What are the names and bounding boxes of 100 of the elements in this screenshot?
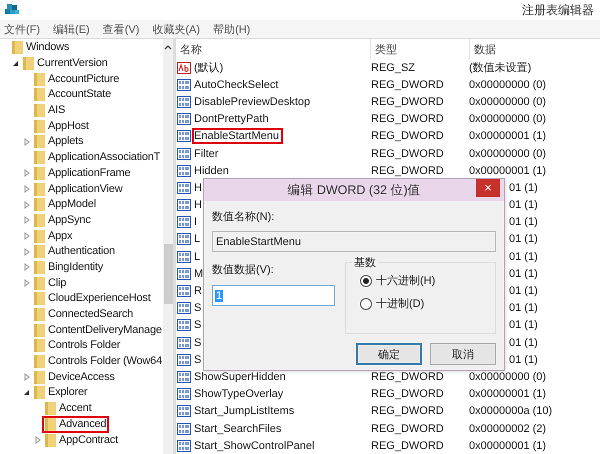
tree-item[interactable]: AppSync (31, 212, 94, 229)
tree-item[interactable]: CurrentVersion (20, 55, 111, 72)
tree-item[interactable]: Authentication (31, 243, 118, 260)
value-name[interactable]: AutoCheckSelect (192, 76, 282, 93)
collapsed-arrow-icon[interactable] (24, 185, 30, 194)
folder-icon (45, 402, 56, 416)
value-data: 0x00000000 (0) (469, 148, 546, 160)
close-button[interactable]: × (476, 179, 500, 197)
value-name[interactable]: EnableStartMenu (192, 128, 283, 144)
scrollbar-thumb[interactable] (164, 244, 172, 304)
scrollbar[interactable] (163, 39, 173, 454)
collapsed-arrow-icon[interactable] (34, 436, 40, 444)
column-header[interactable]: 数据 (470, 39, 600, 59)
radio-button[interactable] (360, 298, 372, 310)
collapsed-arrow-icon[interactable] (24, 138, 30, 146)
value-name[interactable]: H (192, 180, 206, 196)
value-type: REG_DWORD (371, 422, 444, 435)
tree-item[interactable]: AIS (31, 102, 68, 120)
collapsed-arrow-icon[interactable] (24, 232, 30, 240)
value-name[interactable]: S (192, 352, 206, 368)
menu-item[interactable]: 编辑(E) (53, 22, 90, 36)
menu-item[interactable]: 文件(F) (4, 22, 40, 36)
dialog-button[interactable]: 取消 (430, 343, 496, 365)
collapsed-arrow-icon[interactable] (24, 200, 30, 209)
tree-item[interactable]: Controls Folder (Wow64 (31, 353, 163, 370)
value-name[interactable]: Start_ShowControlPanel (192, 438, 318, 454)
value-name[interactable]: S (192, 317, 206, 334)
value-name[interactable]: DontPrettyPath (192, 111, 273, 128)
expanded-arrow-icon[interactable] (23, 389, 30, 396)
tree-item[interactable]: ConnectedSearch (31, 306, 136, 324)
value-name[interactable]: (默认) (192, 58, 228, 78)
tree-item[interactable]: Clip (31, 274, 70, 292)
group-label: 基数 (352, 255, 378, 270)
collapsed-arrow-icon[interactable] (24, 263, 30, 272)
value-name[interactable]: DisablePreviewDesktop (192, 94, 314, 110)
value-data: 0x0000000a (10) (469, 405, 552, 418)
value-type: REG_DWORD (371, 148, 444, 160)
tree-item[interactable]: AppModel (31, 196, 99, 214)
tree-item[interactable]: Controls Folder (31, 337, 124, 354)
tree-item[interactable]: Applets (31, 133, 86, 150)
folder-icon (34, 72, 45, 86)
binary-value-icon (177, 199, 191, 212)
folder-icon (34, 308, 45, 322)
tree-item[interactable]: AccountState (31, 86, 114, 104)
collapsed-arrow-icon[interactable] (24, 248, 30, 256)
tree-item[interactable]: Advanced (42, 416, 110, 433)
value-type: REG_DWORD (371, 113, 444, 126)
tree-item[interactable]: Explorer (31, 384, 90, 402)
field-label: 数值名称(N): (212, 210, 274, 224)
value-name[interactable]: H (192, 197, 206, 214)
tree-item[interactable]: AppHost (31, 118, 92, 135)
tree-item[interactable]: Appx (31, 228, 76, 245)
menu-item[interactable]: 收藏夹(A) (152, 22, 200, 36)
tree-item[interactable]: DeviceAccess (31, 368, 118, 386)
collapsed-arrow-icon[interactable] (24, 279, 30, 288)
radio-option[interactable]: 十进制(D) (360, 296, 424, 311)
folder-icon (34, 198, 45, 212)
value-name[interactable]: ShowSuperHidden (192, 368, 290, 385)
folder-icon (34, 386, 45, 400)
radio-button[interactable] (360, 274, 372, 286)
binary-value-icon (177, 113, 191, 126)
folder-icon (34, 214, 45, 227)
tree-item[interactable]: ContentDeliveryManage (31, 322, 163, 339)
scroll-up-icon[interactable] (164, 45, 172, 50)
value-name[interactable]: Start_JumpListItems (192, 403, 298, 420)
value-name[interactable]: S (192, 300, 206, 316)
tree-item[interactable]: AppContract (42, 432, 121, 449)
folder-icon (34, 339, 45, 352)
column-header[interactable]: 类型 (371, 39, 470, 59)
dialog-button[interactable]: 确定 (356, 343, 422, 365)
tree-item[interactable]: BingIdentity (31, 258, 106, 276)
tree-item[interactable]: Windows (9, 39, 72, 56)
value-name[interactable]: R (192, 283, 206, 300)
value-name[interactable]: ShowTypeOverlay (192, 386, 288, 402)
tree-item[interactable]: ApplicationAssociationT (31, 149, 163, 166)
column-header[interactable]: 名称 (176, 39, 371, 59)
menu-item[interactable]: 帮助(H) (213, 22, 250, 36)
value-name-field[interactable]: EnableStartMenu (212, 231, 496, 252)
tree-item[interactable]: ApplicationFrame (31, 164, 134, 182)
value-name[interactable]: Hidden (192, 162, 233, 179)
value-data: 0x00000001 (1) (469, 130, 546, 142)
menu-item[interactable]: 查看(V) (102, 22, 140, 36)
collapsed-arrow-icon[interactable] (24, 169, 30, 178)
value-name[interactable]: Filter (192, 146, 222, 162)
value-name[interactable]: S (192, 334, 206, 351)
value-name[interactable]: L (192, 231, 204, 248)
collapsed-arrow-icon[interactable] (24, 373, 30, 382)
expanded-arrow-icon[interactable] (12, 60, 19, 68)
folder-icon (34, 370, 45, 384)
folder-icon (45, 418, 56, 431)
tree-item[interactable]: AccountPicture (31, 70, 122, 88)
value-name[interactable]: M (192, 266, 208, 282)
tree-item[interactable]: CloudExperienceHost (31, 290, 154, 308)
value-name[interactable]: Start_SearchFiles (192, 420, 286, 437)
collapsed-arrow-icon[interactable] (24, 216, 30, 224)
radio-option[interactable]: 十六进制(H) (360, 273, 436, 288)
tree-item[interactable]: ApplicationView (31, 180, 126, 198)
value-name[interactable]: L (192, 248, 204, 265)
value-name[interactable]: I (192, 214, 202, 230)
tree-item[interactable]: Accent (42, 400, 94, 418)
